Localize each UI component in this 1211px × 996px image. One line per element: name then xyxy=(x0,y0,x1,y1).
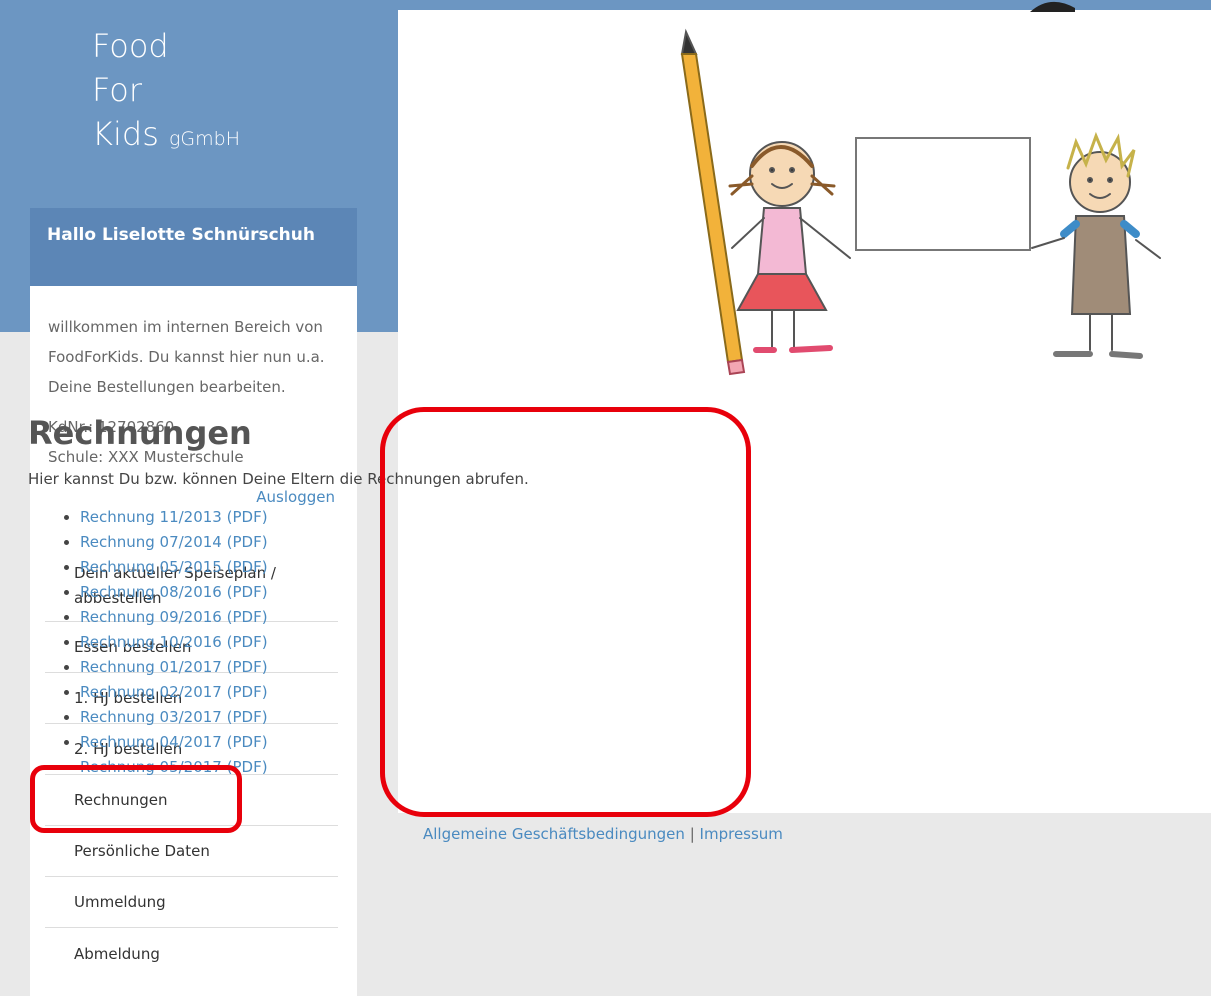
logo-line-kids: Kids gGmbH xyxy=(92,112,240,161)
list-item: Rechnung 11/2013 (PDF) xyxy=(80,505,268,530)
list-item: Rechnung 03/2017 (PDF) xyxy=(80,705,268,730)
invoice-link[interactable]: Rechnung 10/2016 (PDF) xyxy=(80,633,268,651)
kids-illustration xyxy=(680,28,1161,376)
list-item: Rechnung 05/2015 (PDF) xyxy=(80,555,268,580)
menu-item-persoenliche-daten[interactable]: Persönliche Daten xyxy=(45,826,338,877)
footer-separator: | xyxy=(689,825,695,843)
menu-item-abmeldung[interactable]: Abmeldung xyxy=(45,928,338,979)
list-item: Rechnung 08/2016 (PDF) xyxy=(80,580,268,605)
boy-illustration xyxy=(1031,131,1161,359)
list-item: Rechnung 02/2017 (PDF) xyxy=(80,680,268,705)
list-item: Rechnung 09/2016 (PDF) xyxy=(80,605,268,630)
highlight-box-menu xyxy=(30,765,242,833)
logo-line-food: Food xyxy=(92,27,169,65)
invoice-link[interactable]: Rechnung 01/2017 (PDF) xyxy=(80,658,268,676)
blank-board xyxy=(855,137,1031,251)
list-item: Rechnung 07/2014 (PDF) xyxy=(80,530,268,555)
menu-item-ummeldung[interactable]: Ummeldung xyxy=(45,877,338,928)
list-item: Rechnung 01/2017 (PDF) xyxy=(80,655,268,680)
invoice-link[interactable]: Rechnung 09/2016 (PDF) xyxy=(80,608,268,626)
welcome-text: willkommen im internen Bereich von FoodF… xyxy=(48,318,325,396)
invoice-list: Rechnung 11/2013 (PDF) Rechnung 07/2014 … xyxy=(56,505,268,780)
logo[interactable]: Food For Kids gGmbH xyxy=(92,24,240,161)
page-title: Rechnungen xyxy=(28,414,252,452)
agb-link[interactable]: Allgemeine Geschäftsbedingungen xyxy=(423,825,685,843)
pencil-illustration xyxy=(680,28,746,376)
logo-line-for: For xyxy=(92,71,142,109)
list-item: Rechnung 04/2017 (PDF) xyxy=(80,730,268,755)
invoice-link[interactable]: Rechnung 05/2015 (PDF) xyxy=(80,558,268,576)
highlight-box-invoices xyxy=(380,407,751,817)
invoice-link[interactable]: Rechnung 07/2014 (PDF) xyxy=(80,533,268,551)
invoice-link[interactable]: Rechnung 02/2017 (PDF) xyxy=(80,683,268,701)
girl-illustration xyxy=(728,141,851,353)
invoice-link[interactable]: Rechnung 03/2017 (PDF) xyxy=(80,708,268,726)
greeting: Hallo Liselotte Schnürschuh xyxy=(30,208,357,286)
invoice-link[interactable]: Rechnung 04/2017 (PDF) xyxy=(80,733,268,751)
logo-kids-text: Kids xyxy=(92,115,159,153)
impressum-link[interactable]: Impressum xyxy=(700,825,783,843)
logo-suffix: gGmbH xyxy=(169,128,241,150)
list-item: Rechnung 10/2016 (PDF) xyxy=(80,630,268,655)
invoice-link[interactable]: Rechnung 08/2016 (PDF) xyxy=(80,583,268,601)
invoice-link[interactable]: Rechnung 11/2013 (PDF) xyxy=(80,508,268,526)
header-decoration xyxy=(1030,1,1075,12)
footer-links: Allgemeine Geschäftsbedingungen | Impres… xyxy=(423,825,783,843)
